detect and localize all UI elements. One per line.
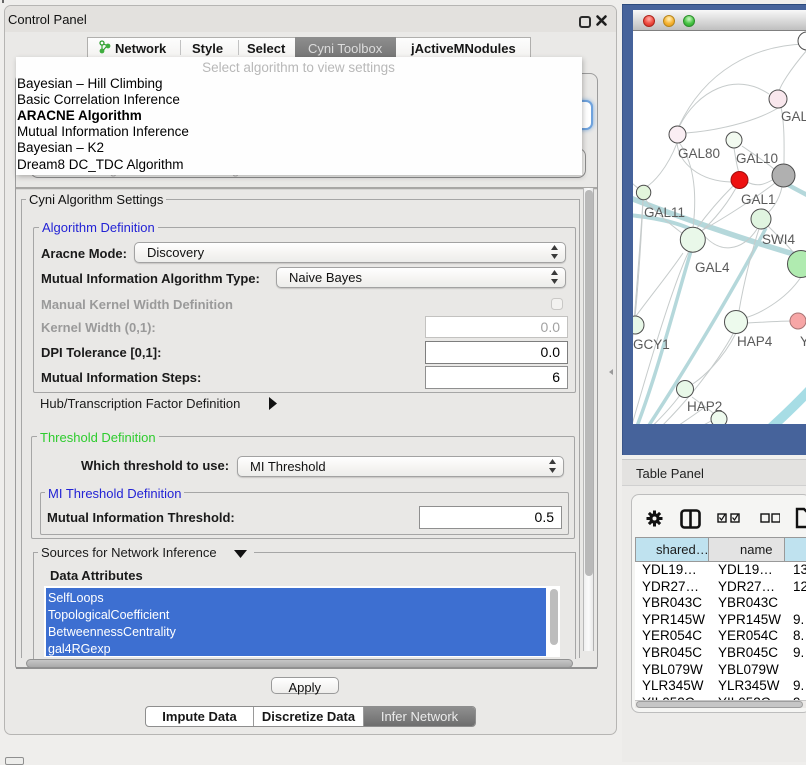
svg-text:GAL11: GAL11 <box>644 205 685 220</box>
svg-text:GAL4: GAL4 <box>695 260 730 275</box>
svg-text:SWI4: SWI4 <box>762 232 795 247</box>
svg-text:GAL1: GAL1 <box>741 192 776 207</box>
svg-text:Y: Y <box>800 334 806 349</box>
svg-text:GAL7: GAL7 <box>781 109 806 124</box>
svg-text:GAL10: GAL10 <box>736 151 778 166</box>
svg-text:HAP2: HAP2 <box>687 399 722 414</box>
svg-text:HAP4: HAP4 <box>737 334 773 349</box>
svg-text:GCY1: GCY1 <box>633 337 670 352</box>
svg-text:GAL80: GAL80 <box>678 146 720 161</box>
